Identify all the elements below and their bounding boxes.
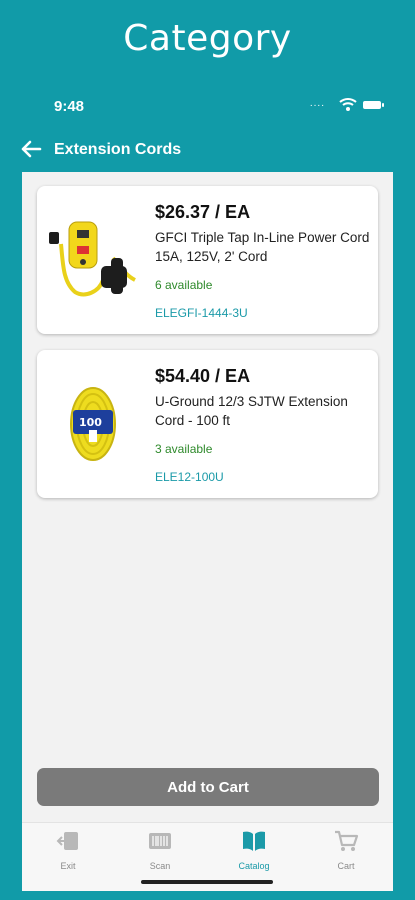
product-price: $26.37 / EA <box>155 202 251 222</box>
page-title: Category <box>123 18 292 59</box>
tab-catalog[interactable]: Catalog <box>208 829 300 879</box>
extension-cord-image: 100 <box>70 387 116 461</box>
product-name: GFCI Triple Tap In-Line Power Cord 15A, … <box>155 230 370 264</box>
product-availability: 6 available <box>155 278 213 292</box>
cart-icon <box>335 830 359 851</box>
tab-cart[interactable]: Cart <box>300 829 392 879</box>
book-icon <box>243 831 265 851</box>
tab-exit[interactable]: Exit <box>22 829 114 879</box>
product-name: U-Ground 12/3 SJTW Extension Cord - 100 … <box>155 394 348 428</box>
tab-label: Exit <box>60 861 76 871</box>
status-bar: 9:48 .... <box>0 96 415 120</box>
tab-label: Scan <box>149 861 171 871</box>
product-list: $26.37 / EA GFCI Triple Tap In-Line Powe… <box>22 172 393 822</box>
tab-scan[interactable]: Scan <box>114 829 206 879</box>
add-to-cart-button[interactable]: Add to Cart <box>37 768 379 806</box>
gfci-cord-image <box>49 221 136 297</box>
product-price: $54.40 / EA <box>155 366 251 386</box>
nav-title: Extension Cords <box>54 141 182 158</box>
navbar: Extension Cords <box>0 136 415 164</box>
home-indicator <box>141 880 273 884</box>
product-card[interactable]: 100 $54.40 / EA U-Ground 12/3 SJTW Exten… <box>37 350 378 498</box>
product-sku: ELEGFI-1444-3U <box>155 306 248 320</box>
product-card[interactable]: $26.37 / EA GFCI Triple Tap In-Line Powe… <box>37 186 378 334</box>
back-arrow-icon[interactable] <box>20 140 42 158</box>
wifi-icon <box>339 98 357 111</box>
barcode-icon <box>149 833 171 849</box>
tab-label: Catalog <box>238 861 270 871</box>
signal-dots: .... <box>309 98 325 109</box>
svg-text:100: 100 <box>79 416 102 429</box>
product-availability: 3 available <box>155 442 213 456</box>
exit-icon <box>56 832 78 850</box>
status-time: 9:48 <box>54 98 85 115</box>
battery-icon <box>363 101 384 109</box>
product-sku: ELE12-100U <box>155 470 224 484</box>
tab-label: Cart <box>337 861 355 871</box>
